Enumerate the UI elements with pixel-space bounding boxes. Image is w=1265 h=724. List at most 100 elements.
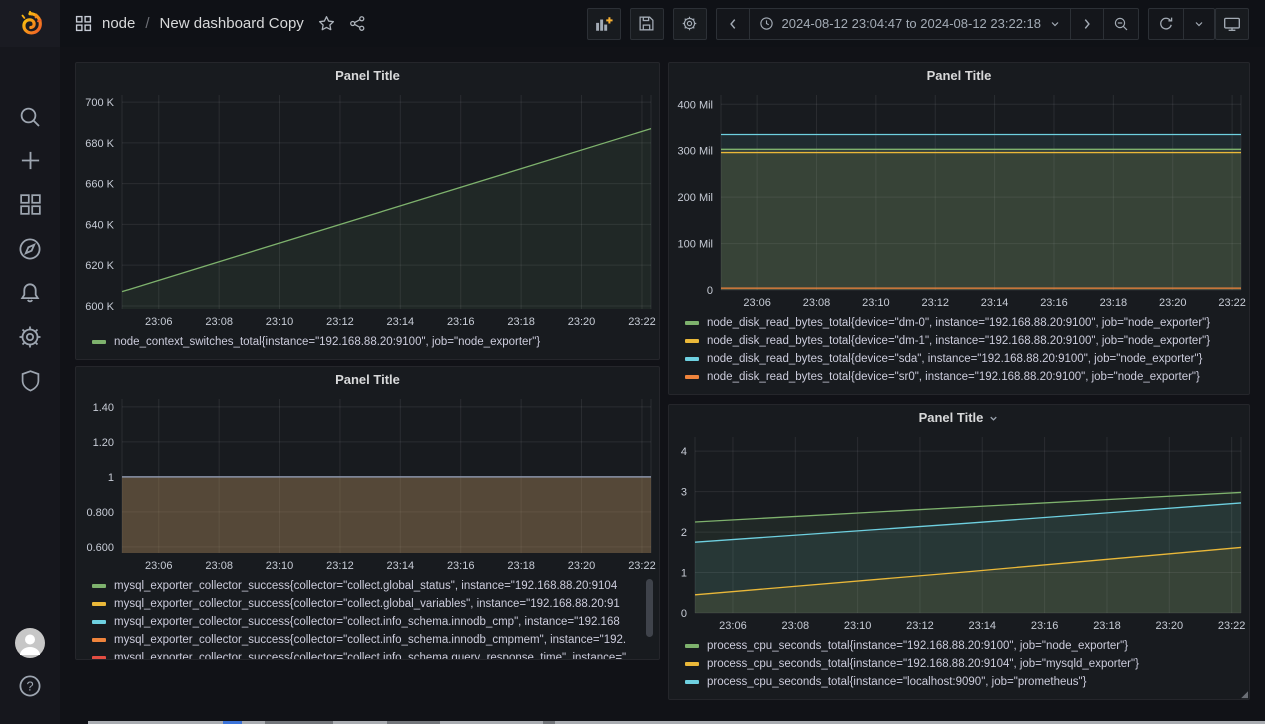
add-panel-button[interactable] (587, 8, 621, 40)
legend-swatch (685, 321, 699, 325)
svg-text:640 K: 640 K (85, 219, 114, 231)
svg-text:600 K: 600 K (85, 301, 114, 313)
svg-text:1.20: 1.20 (93, 437, 114, 449)
search-icon[interactable] (0, 105, 60, 129)
svg-text:200 Mil: 200 Mil (678, 192, 713, 204)
panel-process-cpu-seconds: Panel Title 0123423:0623:0823:1023:1223:… (668, 404, 1250, 700)
dashboard-title[interactable]: New dashboard Copy (160, 15, 304, 32)
svg-text:0: 0 (681, 608, 687, 620)
time-range-back-button[interactable] (717, 9, 749, 39)
svg-text:23:06: 23:06 (145, 316, 173, 328)
svg-text:23:08: 23:08 (205, 316, 233, 328)
panel-title-with-menu[interactable]: Panel Title (669, 405, 1249, 431)
panel-title[interactable]: Panel Title (76, 367, 659, 393)
svg-text:23:12: 23:12 (326, 316, 354, 328)
svg-text:2: 2 (681, 527, 687, 539)
legend-item[interactable]: node_disk_read_bytes_total{device="dm-0"… (685, 314, 1239, 332)
legend: node_context_switches_total{instance="19… (76, 331, 659, 359)
legend-swatch (92, 620, 106, 624)
svg-text:?: ? (26, 679, 33, 694)
zoom-out-button[interactable] (1103, 9, 1138, 39)
legend-label: node_disk_read_bytes_total{device="dm-0"… (707, 317, 1210, 329)
configuration-gear-icon[interactable] (0, 325, 60, 349)
legend-item[interactable]: process_cpu_seconds_total{instance="192.… (685, 655, 1239, 673)
time-series-chart[interactable]: 0100 Mil200 Mil300 Mil400 Mil23:0623:082… (669, 89, 1249, 312)
legend-label: mysql_exporter_collector_success{collect… (114, 634, 626, 646)
dashboard-settings-button[interactable] (673, 8, 707, 40)
create-plus-icon[interactable] (0, 149, 60, 172)
share-icon[interactable] (349, 15, 366, 32)
legend-item[interactable]: mysql_exporter_collector_success{collect… (92, 577, 649, 595)
legend-item[interactable]: mysql_exporter_collector_success{collect… (92, 595, 649, 613)
legend-swatch (685, 357, 699, 361)
legend-item[interactable]: mysql_exporter_collector_success{collect… (92, 613, 649, 631)
svg-text:23:12: 23:12 (906, 620, 934, 632)
grafana-logo[interactable] (0, 0, 60, 47)
svg-text:23:22: 23:22 (1218, 297, 1246, 309)
clock-icon (759, 16, 774, 31)
apps-grid-icon[interactable] (75, 15, 92, 32)
svg-text:680 K: 680 K (85, 138, 114, 150)
legend-item[interactable]: process_cpu_seconds_total{instance="192.… (685, 637, 1239, 655)
legend-item[interactable]: node_disk_read_bytes_total{device="dm-1"… (685, 332, 1239, 350)
legend-swatch (685, 680, 699, 684)
svg-text:23:18: 23:18 (1100, 297, 1128, 309)
legend-label: process_cpu_seconds_total{instance="192.… (707, 640, 1128, 652)
alerting-bell-icon[interactable] (0, 281, 60, 305)
legend-item[interactable]: mysql_exporter_collector_success{collect… (92, 649, 649, 659)
legend-item[interactable]: node_disk_read_bytes_total{device="sda",… (685, 350, 1239, 368)
panel-mysql-collector-success: Panel Title 0.6000.80011.201.4023:0623:0… (75, 366, 660, 660)
legend-swatch (92, 340, 106, 344)
svg-text:23:22: 23:22 (1218, 620, 1246, 632)
legend-scrollbar[interactable] (646, 579, 653, 637)
time-range-forward-button[interactable] (1070, 9, 1103, 39)
legend-swatch (92, 656, 106, 659)
svg-text:23:20: 23:20 (568, 316, 596, 328)
svg-text:23:10: 23:10 (266, 560, 294, 572)
time-series-chart[interactable]: 600 K620 K640 K660 K680 K700 K23:0623:08… (76, 89, 659, 331)
svg-text:23:14: 23:14 (387, 316, 415, 328)
legend-label: mysql_exporter_collector_success{collect… (114, 652, 626, 659)
svg-text:300 Mil: 300 Mil (678, 146, 713, 158)
panel-resize-handle[interactable]: ◢ (1241, 690, 1248, 699)
time-series-chart[interactable]: 0.6000.80011.201.4023:0623:0823:1023:122… (76, 393, 659, 575)
svg-text:23:08: 23:08 (205, 560, 233, 572)
svg-text:23:08: 23:08 (803, 297, 831, 309)
plus-accent (606, 17, 612, 23)
legend-label: mysql_exporter_collector_success{collect… (114, 616, 620, 628)
help-icon[interactable]: ? (0, 674, 60, 698)
svg-text:23:16: 23:16 (1040, 297, 1068, 309)
dashboards-grid-icon[interactable] (0, 193, 60, 216)
refresh-button[interactable] (1149, 9, 1183, 39)
explore-compass-icon[interactable] (0, 237, 60, 261)
svg-text:23:14: 23:14 (981, 297, 1009, 309)
star-icon[interactable] (318, 15, 335, 32)
legend-swatch (685, 339, 699, 343)
legend-item[interactable]: process_cpu_seconds_total{instance="loca… (685, 673, 1239, 691)
breadcrumb-section[interactable]: node (102, 15, 135, 32)
svg-text:1: 1 (108, 472, 114, 484)
panel-title[interactable]: Panel Title (76, 63, 659, 89)
legend: mysql_exporter_collector_success{collect… (76, 575, 659, 659)
panel-title[interactable]: Panel Title (669, 63, 1249, 89)
time-range-picker[interactable]: 2024-08-12 23:04:47 to 2024-08-12 23:22:… (749, 9, 1071, 39)
svg-text:400 Mil: 400 Mil (678, 99, 713, 111)
svg-text:1.40: 1.40 (93, 402, 114, 414)
panel-node-context-switches: Panel Title 600 K620 K640 K660 K680 K700… (75, 62, 660, 360)
save-dashboard-button[interactable] (630, 8, 664, 40)
legend-label: node_context_switches_total{instance="19… (114, 336, 540, 348)
legend-item[interactable]: node_disk_read_bytes_total{device="sr0",… (685, 368, 1239, 386)
svg-text:23:14: 23:14 (387, 560, 415, 572)
server-admin-shield-icon[interactable] (0, 369, 60, 392)
legend-item[interactable]: node_context_switches_total{instance="19… (92, 333, 649, 351)
svg-text:1: 1 (681, 568, 687, 580)
refresh-controls (1148, 8, 1215, 40)
refresh-interval-dropdown[interactable] (1183, 9, 1214, 39)
legend-label: node_disk_read_bytes_total{device="dm-1"… (707, 335, 1210, 347)
legend-label: process_cpu_seconds_total{instance="192.… (707, 658, 1139, 670)
time-series-chart[interactable]: 0123423:0623:0823:1023:1223:1423:1623:18… (669, 431, 1249, 635)
cycle-view-mode-button[interactable] (1215, 8, 1249, 40)
user-avatar[interactable] (0, 628, 60, 658)
svg-text:23:22: 23:22 (628, 316, 656, 328)
legend-item[interactable]: mysql_exporter_collector_success{collect… (92, 631, 649, 649)
